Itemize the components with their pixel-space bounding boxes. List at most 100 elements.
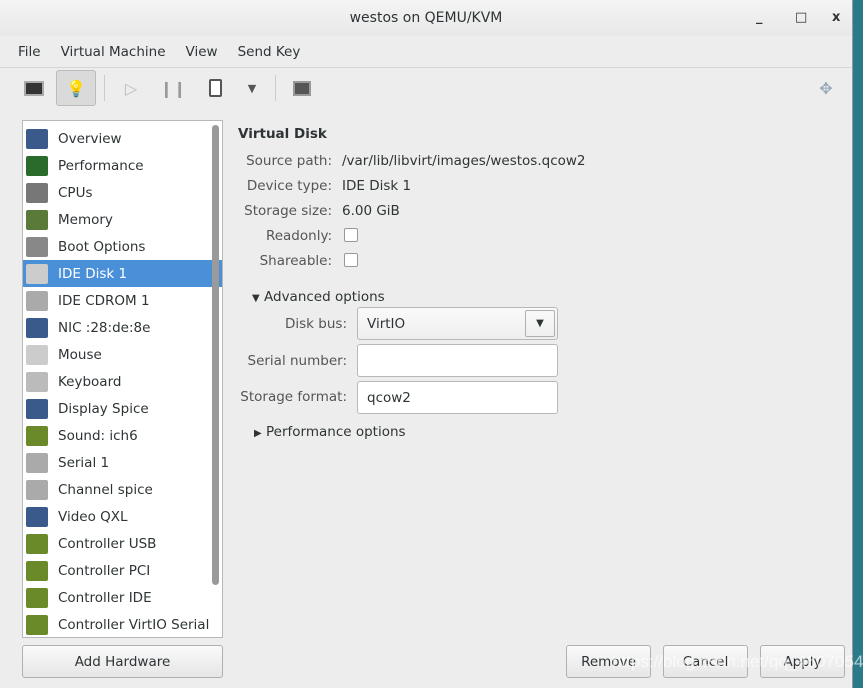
menu-view[interactable]: View [176, 44, 228, 60]
sidebar-item-label: Display Spice [58, 400, 149, 417]
hardware-icon [26, 155, 48, 176]
sidebar-item[interactable]: Boot Options [23, 233, 222, 260]
hardware-list: Overview Performance CPUs Memory Boot Option… [22, 120, 223, 638]
sidebar-item[interactable]: CPUs [23, 179, 222, 206]
sidebar-item-label: Channel spice [58, 481, 153, 498]
sidebar-item[interactable]: Serial 1 [23, 449, 222, 476]
hardware-icon [26, 182, 48, 203]
sidebar-item-label: Sound: ich6 [58, 427, 138, 444]
device-type-value: IDE Disk 1 [342, 178, 412, 194]
title-bar: westos on QEMU/KVM _ □ x [0, 0, 852, 36]
sidebar-item[interactable]: NIC :28:de:8e [23, 314, 222, 341]
window-title: westos on QEMU/KVM [349, 10, 503, 26]
sidebar-item[interactable]: Mouse [23, 341, 222, 368]
menu-virtual-machine[interactable]: Virtual Machine [51, 44, 176, 60]
sidebar-item-label: Boot Options [58, 238, 146, 255]
sidebar-item-label: Controller VirtIO Serial [58, 616, 210, 633]
sidebar-item[interactable]: Controller VirtIO Serial [23, 611, 222, 637]
advanced-options-label: Advanced options [264, 289, 385, 305]
shareable-checkbox[interactable] [344, 253, 358, 267]
sidebar-item-label: CPUs [58, 184, 93, 201]
pause-icon[interactable]: ❙❙ [153, 70, 193, 106]
console-icon[interactable] [14, 70, 54, 106]
hardware-icon [26, 290, 48, 311]
storage-size-value: 6.00 GiB [342, 203, 400, 219]
toolbar-separator [104, 75, 105, 101]
menu-bar: File Virtual Machine View Send Key [0, 36, 852, 68]
sidebar-item[interactable]: Sound: ich6 [23, 422, 222, 449]
chevron-down-icon[interactable]: ▼ [525, 310, 555, 337]
sidebar-item[interactable]: Overview [23, 125, 222, 152]
sidebar-item-label: IDE CDROM 1 [58, 292, 150, 309]
sidebar-item-label: Serial 1 [58, 454, 110, 471]
section-heading: Virtual Disk [238, 126, 327, 142]
serial-number-input[interactable] [357, 344, 558, 377]
sidebar-item-label: Keyboard [58, 373, 122, 390]
sidebar-item[interactable]: IDE Disk 1 [23, 260, 222, 287]
hardware-icon [26, 425, 48, 446]
storage-size-label: Storage size: [244, 203, 332, 219]
disk-bus-combo[interactable]: VirtIO ▼ [357, 307, 558, 340]
sidebar-item-label: Controller USB [58, 535, 157, 552]
collapsed-triangle-icon: ▶ [254, 428, 262, 439]
sidebar-item[interactable]: Display Spice [23, 395, 222, 422]
storage-format-label: Storage format: [240, 389, 347, 405]
sidebar-item[interactable]: Keyboard [23, 368, 222, 395]
disk-bus-value: VirtIO [367, 315, 406, 332]
maximize-button[interactable]: □ [795, 10, 807, 25]
hardware-icon [26, 587, 48, 608]
expanded-triangle-icon: ▼ [252, 293, 260, 304]
hardware-icon [26, 452, 48, 473]
hardware-icon [26, 317, 48, 338]
disk-bus-label: Disk bus: [285, 316, 347, 332]
details-lightbulb-icon[interactable]: 💡 [56, 70, 96, 106]
sidebar-item-label: Controller IDE [58, 589, 152, 606]
source-path-label: Source path: [246, 153, 332, 169]
snapshots-icon[interactable] [282, 70, 322, 106]
serial-number-label: Serial number: [247, 353, 348, 369]
sidebar-item-label: Performance [58, 157, 144, 174]
close-button[interactable]: x [832, 10, 840, 25]
toolbar: 💡 ▷ ❙❙ ▼ ✥ [0, 68, 852, 108]
shareable-label: Shareable: [259, 253, 332, 269]
sidebar-item-label: Controller PCI [58, 562, 151, 579]
toolbar-separator [275, 75, 276, 101]
sidebar-item[interactable]: Controller USB [23, 530, 222, 557]
sidebar-item[interactable]: Performance [23, 152, 222, 179]
performance-options-expander[interactable]: ▶ Performance options [254, 424, 406, 440]
hardware-icon [26, 506, 48, 527]
sidebar-item[interactable]: Memory [23, 206, 222, 233]
main-window: westos on QEMU/KVM _ □ x File Virtual Ma… [0, 0, 853, 688]
dropdown-icon[interactable]: ▼ [237, 70, 267, 106]
minimize-button[interactable]: _ [756, 10, 763, 25]
sidebar-item[interactable]: Channel spice [23, 476, 222, 503]
sidebar-item[interactable]: Controller PCI [23, 557, 222, 584]
hardware-icon [26, 344, 48, 365]
hardware-icon [26, 560, 48, 581]
sidebar-item-label: Overview [58, 130, 122, 147]
add-hardware-button[interactable]: Add Hardware [22, 645, 223, 678]
hardware-icon [26, 209, 48, 230]
advanced-options-expander[interactable]: ▼ Advanced options [252, 289, 385, 305]
hardware-icon [26, 479, 48, 500]
hardware-icon [26, 236, 48, 257]
scrollbar[interactable] [212, 125, 219, 585]
fullscreen-icon[interactable]: ✥ [806, 70, 846, 106]
performance-options-label: Performance options [266, 424, 406, 440]
shutdown-icon[interactable] [195, 70, 235, 106]
run-icon[interactable]: ▷ [111, 70, 151, 106]
hardware-icon [26, 398, 48, 419]
storage-format-input[interactable]: qcow2 [357, 381, 558, 414]
hardware-icon [26, 614, 48, 635]
sidebar-item[interactable]: Controller IDE [23, 584, 222, 611]
sidebar-item-label: Video QXL [58, 508, 128, 525]
readonly-checkbox[interactable] [344, 228, 358, 242]
hardware-icon [26, 371, 48, 392]
menu-file[interactable]: File [8, 44, 51, 60]
hardware-icon [26, 533, 48, 554]
sidebar-item[interactable]: Video QXL [23, 503, 222, 530]
menu-send-key[interactable]: Send Key [228, 44, 311, 60]
device-type-label: Device type: [246, 178, 332, 194]
hardware-icon [26, 263, 48, 284]
sidebar-item[interactable]: IDE CDROM 1 [23, 287, 222, 314]
